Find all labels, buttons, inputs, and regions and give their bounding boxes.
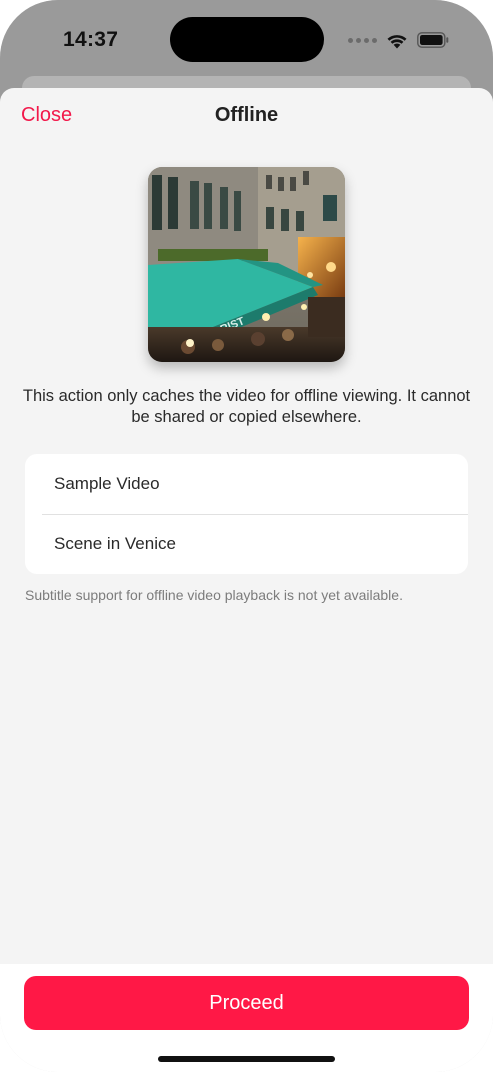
subtitle-footnote: Subtitle support for offline video playb… [25,587,403,603]
signal-dots-icon [348,37,377,43]
proceed-button[interactable]: Proceed [24,976,469,1030]
bottom-action-bar: Proceed [0,964,493,1072]
status-time: 14:37 [63,28,119,51]
navigation-bar: Close Offline [0,88,493,144]
venice-scene-image: RIST [148,167,345,362]
offline-sheet: Close Offline RIST This action only cach… [0,88,493,1072]
battery-icon [417,32,449,48]
offline-description: This action only caches the video for of… [22,387,471,426]
status-icons [348,31,449,49]
dynamic-island [170,17,324,62]
wifi-icon [387,34,407,48]
video-thumbnail: RIST [148,167,345,362]
video-scene-row: Scene in Venice [54,534,176,553]
video-info-card: Sample Video Scene in Venice [25,454,468,574]
phone-screen: 14:37 Close Offline RIST This action onl… [0,0,493,1072]
home-indicator [158,1056,335,1062]
status-bar: 14:37 [0,0,493,80]
page-title: Offline [214,104,279,126]
video-title-row: Sample Video [54,474,160,493]
